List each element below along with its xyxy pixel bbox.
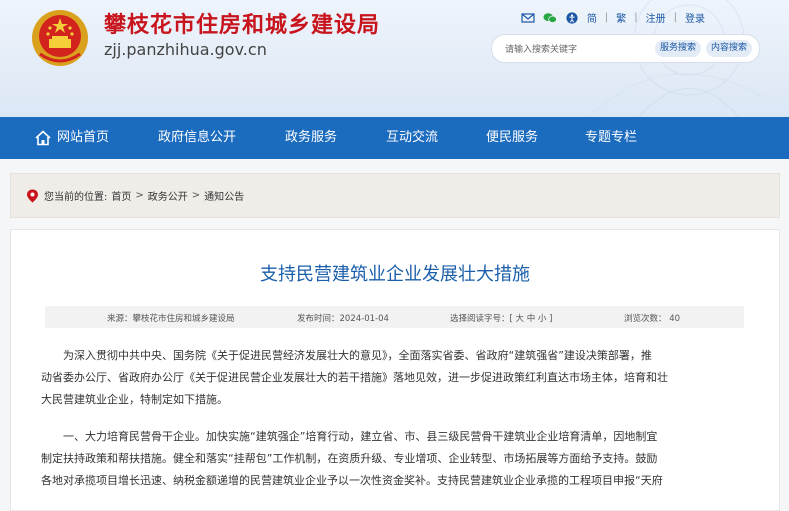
nav-item-home[interactable]: 网站首页 <box>34 117 154 159</box>
breadcrumb-notices-link[interactable]: 通知公告 <box>204 188 244 203</box>
login-link[interactable]: 登录 <box>685 10 705 25</box>
nav-item-label: 专题专栏 <box>585 130 638 145</box>
nav-item-label: 政务服务 <box>285 130 338 145</box>
search-box[interactable]: 请输入搜索关键字 服务搜索 内容搜索 <box>491 34 760 63</box>
content-search-button[interactable]: 内容搜索 <box>706 40 752 57</box>
home-icon <box>35 130 51 146</box>
site-title[interactable]: 攀枝花市住房和城乡建设局 <box>104 7 380 39</box>
email-icon[interactable] <box>521 12 535 24</box>
breadcrumb-separator: > <box>135 190 144 201</box>
separator: | <box>604 12 609 23</box>
view-count: 浏览次数： 40 <box>624 314 681 324</box>
paragraph-line: 一、大力培育民营骨干企业。加快实施“建筑强企”培育行动，建立省、市、县三级民营骨… <box>63 430 658 443</box>
article: 支持民营建筑业企业发展壮大措施 来源：攀枝花市住房和城乡建设局 发布时间：202… <box>10 229 780 511</box>
paragraph-line: 大民营建筑业企业，特制定如下措施。 <box>41 393 228 406</box>
nav-item-label: 便民服务 <box>486 130 539 145</box>
nav-item-label: 政府信息公开 <box>158 130 237 145</box>
breadcrumb-gov-affairs-link[interactable]: 政务公开 <box>148 188 188 203</box>
breadcrumb-prefix: 您当前的位置: <box>44 192 108 203</box>
simplified-link[interactable]: 简 <box>587 10 597 25</box>
article-paragraph: 一、大力培育民营骨干企业。加快实施“建筑强企”培育行动，建立省、市、县三级民营骨… <box>41 426 752 492</box>
paragraph-line: 为深入贯彻中共中央、国务院《关于促进民营经济发展壮大的意见》，全面落实省委、省政… <box>63 349 652 362</box>
national-emblem-icon <box>32 10 88 66</box>
nav-item-public-services[interactable]: 便民服务 <box>486 117 585 159</box>
wechat-icon[interactable] <box>543 12 557 24</box>
breadcrumb: 您当前的位置: 首页 > 政务公开 > 通知公告 <box>10 173 780 218</box>
article-paragraph: 为深入贯彻中共中央、国务院《关于促进民营经济发展壮大的意见》，全面落实省委、省政… <box>41 345 752 411</box>
paragraph-line: 各地对承揽项目增长迅速、纳税金额递增的民营建筑业企业予以一次性资金奖补。支持民营… <box>41 474 663 487</box>
article-publish-date: 发布时间：2024-01-04 <box>297 314 389 324</box>
location-pin-icon <box>27 189 38 202</box>
separator: | <box>673 12 677 23</box>
site-domain: zjj.panzhihua.gov.cn <box>104 40 267 59</box>
nav-item-gov-services[interactable]: 政务服务 <box>285 117 386 159</box>
article-meta: 来源：攀枝花市住房和城乡建设局 发布时间：2024-01-04 选择阅读字号：[… <box>45 306 744 328</box>
nav-item-label: 网站首页 <box>57 130 110 145</box>
site-header: 攀枝花市住房和城乡建设局 zjj.panzhihua.gov.cn 简 | 繁 … <box>0 0 789 117</box>
search-input[interactable]: 请输入搜索关键字 <box>505 42 577 55</box>
top-links: 简 | 繁 | 注册 | 登录 <box>521 10 705 25</box>
article-source: 来源：攀枝花市住房和城乡建设局 <box>107 314 235 324</box>
main-nav: 网站首页 政府信息公开 政务服务 互动交流 便民服务 专题专栏 <box>0 117 789 159</box>
breadcrumb-separator: > <box>191 190 201 201</box>
nav-item-label: 互动交流 <box>386 130 439 145</box>
nav-item-interaction[interactable]: 互动交流 <box>386 117 486 159</box>
nav-item-special-topics[interactable]: 专题专栏 <box>585 117 637 159</box>
accessibility-icon[interactable] <box>565 11 579 24</box>
nav-item-gov-info[interactable]: 政府信息公开 <box>158 117 285 159</box>
breadcrumb-home-link[interactable]: 首页 <box>111 188 131 203</box>
service-search-button[interactable]: 服务搜索 <box>655 40 701 57</box>
font-size-selector[interactable]: 选择阅读字号：[ 大 中 小 ] <box>450 312 552 324</box>
paragraph-line: 动省委办公厅、省政府办公厅《关于促进民营企业发展壮大的若干措施》落地见效，进一步… <box>41 371 668 384</box>
paragraph-line: 制定扶持政策和帮扶措施。健全和落实“挂帮包”工作机制，在资质升级、专业增项、企业… <box>41 452 658 465</box>
register-link[interactable]: 注册 <box>646 10 666 25</box>
traditional-link[interactable]: 繁 <box>616 10 626 25</box>
separator: | <box>634 12 638 23</box>
article-title: 支持民营建筑业企业发展壮大措施 <box>260 264 530 285</box>
